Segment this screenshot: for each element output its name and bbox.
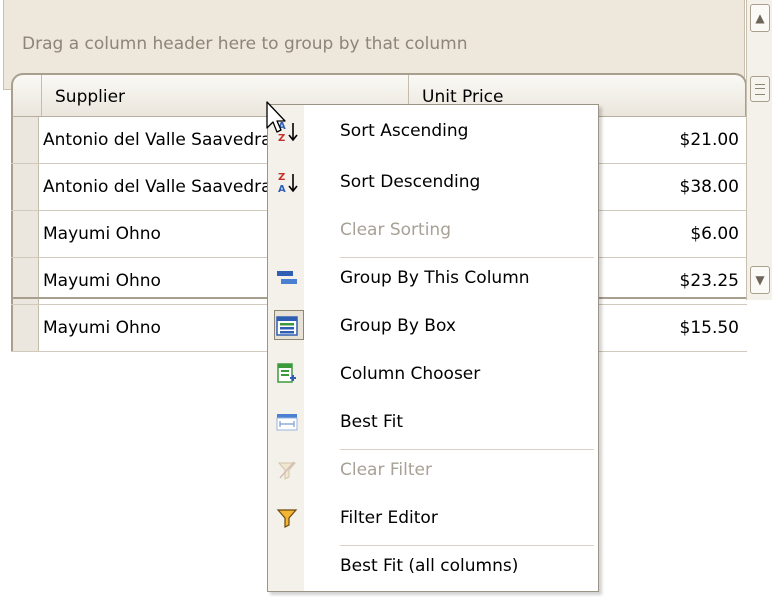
chevron-down-icon: ▼ bbox=[755, 273, 765, 287]
menu-item-label: Group By This Column bbox=[340, 268, 530, 288]
menu-item-column-chooser[interactable]: Column Chooser bbox=[268, 351, 598, 397]
row-indicator[interactable] bbox=[11, 211, 39, 257]
cell-supplier[interactable]: Mayumi Ohno bbox=[43, 224, 161, 244]
cell-unit-price[interactable]: $23.25 bbox=[680, 271, 739, 291]
row-indicator[interactable] bbox=[11, 117, 39, 163]
menu-item-label: Best Fit bbox=[340, 412, 403, 432]
svg-text:A: A bbox=[278, 184, 286, 195]
clear-filter-icon bbox=[274, 457, 300, 483]
column-context-menu: A Z Sort Ascending Z A Sort Descending C… bbox=[267, 104, 599, 592]
menu-item-clear-sorting[interactable]: Clear Sorting bbox=[268, 207, 598, 253]
group-panel-hint: Drag a column header here to group by th… bbox=[22, 34, 468, 54]
cell-unit-price[interactable]: $6.00 bbox=[690, 224, 739, 244]
cell-supplier[interactable]: Antonio del Valle Saavedra bbox=[43, 130, 272, 150]
menu-item-filter-editor[interactable]: Filter Editor bbox=[268, 495, 598, 541]
scroll-thumb[interactable] bbox=[750, 76, 770, 102]
menu-item-label: Clear Filter bbox=[340, 460, 432, 480]
menu-item-label: Group By Box bbox=[340, 316, 456, 336]
menu-item-label: Filter Editor bbox=[340, 508, 438, 528]
menu-item-label: Best Fit (all columns) bbox=[340, 556, 519, 576]
menu-item-best-fit[interactable]: Best Fit bbox=[268, 399, 598, 445]
menu-item-label: Sort Ascending bbox=[340, 121, 469, 141]
grip-icon bbox=[755, 84, 765, 95]
mouse-pointer-icon bbox=[266, 101, 290, 142]
menu-item-group-by-this-column[interactable]: Group By This Column bbox=[268, 255, 598, 301]
column-header-supplier[interactable]: Supplier bbox=[55, 87, 125, 107]
cell-supplier[interactable]: Mayumi Ohno bbox=[43, 271, 161, 291]
scroll-down-button[interactable]: ▼ bbox=[750, 266, 770, 294]
chevron-up-icon: ▲ bbox=[755, 11, 765, 25]
sort-descending-icon: Z A bbox=[274, 169, 300, 195]
menu-item-clear-filter[interactable]: Clear Filter bbox=[268, 447, 598, 493]
menu-item-label: Column Chooser bbox=[340, 364, 481, 384]
cell-unit-price[interactable]: $15.50 bbox=[680, 318, 739, 338]
row-indicator[interactable] bbox=[11, 305, 39, 351]
menu-item-label: Sort Descending bbox=[340, 172, 481, 192]
svg-text:Z: Z bbox=[278, 172, 285, 183]
group-by-box-icon bbox=[274, 313, 300, 339]
menu-item-group-by-box[interactable]: Group By Box bbox=[268, 303, 598, 349]
filter-editor-icon bbox=[274, 505, 300, 531]
row-indicator[interactable] bbox=[11, 164, 39, 210]
header-indicator-cell[interactable] bbox=[13, 75, 42, 116]
menu-item-label: Clear Sorting bbox=[340, 220, 451, 240]
best-fit-icon bbox=[274, 409, 300, 435]
cell-supplier[interactable]: Mayumi Ohno bbox=[43, 318, 161, 338]
vertical-scrollbar[interactable]: ▲ ▼ bbox=[746, 0, 772, 300]
column-chooser-icon bbox=[274, 361, 300, 387]
cell-unit-price[interactable]: $38.00 bbox=[680, 177, 739, 197]
menu-item-best-fit-all-columns[interactable]: Best Fit (all columns) bbox=[268, 543, 598, 589]
menu-item-sort-ascending[interactable]: A Z Sort Ascending bbox=[268, 108, 598, 154]
cell-supplier[interactable]: Antonio del Valle Saavedra bbox=[43, 177, 272, 197]
group-by-column-icon bbox=[274, 265, 300, 291]
cell-unit-price[interactable]: $21.00 bbox=[680, 130, 739, 150]
scroll-up-button[interactable]: ▲ bbox=[750, 4, 770, 32]
menu-item-sort-descending[interactable]: Z A Sort Descending bbox=[268, 159, 598, 205]
